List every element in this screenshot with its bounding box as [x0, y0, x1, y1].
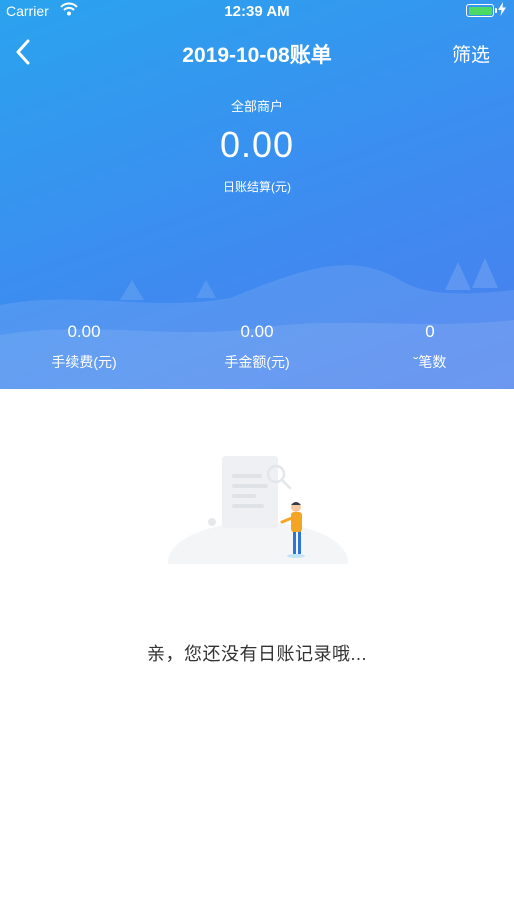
amount-value: 0.00 — [240, 322, 274, 341]
fee-label: 手续费(元) — [51, 354, 117, 370]
fee-stat: 0.00 手续费(元) — [14, 322, 154, 372]
navigation-bar: 2019-10-08账单 筛选 — [0, 30, 514, 74]
count-label: ˘笔数 — [413, 354, 447, 370]
count-stat: 0 ˘笔数 — [360, 322, 500, 372]
count-value: 0 — [425, 322, 435, 341]
battery-icon — [466, 4, 497, 17]
empty-state-message: 亲，您还没有日账记录哦... — [146, 644, 367, 664]
page-title: 2019-10-08账单 — [182, 44, 332, 67]
amount-label: 手金额(元) — [224, 354, 290, 370]
total-amount: 0.00 — [219, 124, 295, 165]
filter-button[interactable]: 筛选 — [452, 40, 490, 67]
fee-value: 0.00 — [67, 322, 101, 341]
empty-bill-illustration — [160, 456, 354, 592]
status-time: 12:39 AM — [224, 3, 290, 20]
header-panel: Carrier 12:39 AM 2019-10-08账单 筛选 全部商户 0.… — [0, 0, 514, 389]
total-caption: 日账结算(元) — [223, 180, 291, 194]
charging-bolt-icon — [498, 2, 506, 19]
status-bar: Carrier 12:39 AM — [0, 0, 514, 22]
amount-stat: 0.00 手金额(元) — [187, 322, 327, 372]
merchant-selector[interactable]: 全部商户 — [0, 96, 514, 115]
